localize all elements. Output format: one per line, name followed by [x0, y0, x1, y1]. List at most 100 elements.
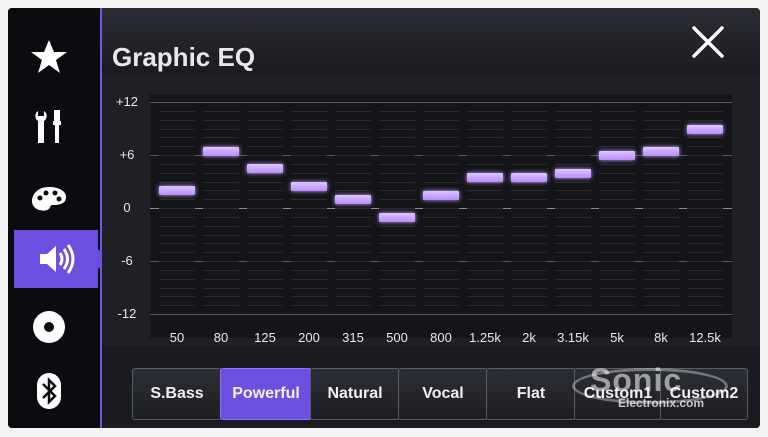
eq-band-handle[interactable]	[423, 190, 459, 200]
slider-tick	[423, 128, 459, 130]
tools-icon	[35, 110, 61, 143]
slider-tick	[291, 119, 327, 121]
slider-tick	[203, 269, 239, 271]
sidebar-item-audio[interactable]	[14, 230, 98, 288]
slider-tick	[379, 278, 415, 280]
slider-tick	[203, 261, 239, 262]
preset-flat-button[interactable]: Flat	[486, 368, 576, 420]
slider-tick	[159, 261, 195, 262]
preset-vocal-button[interactable]: Vocal	[398, 368, 488, 420]
slider-tick	[423, 146, 459, 148]
eq-band-slider[interactable]	[423, 98, 459, 318]
slider-tick	[467, 155, 503, 156]
slider-tick	[203, 163, 239, 165]
slider-tick	[687, 269, 723, 271]
slider-tick	[291, 163, 327, 165]
slider-tick	[247, 278, 283, 280]
sidebar-item-theme[interactable]	[18, 170, 80, 228]
slider-tick	[599, 234, 635, 236]
eq-band-handle[interactable]	[467, 173, 503, 183]
eq-band-label: 3.15k	[557, 330, 589, 345]
preset-natural-button[interactable]: Natural	[310, 368, 400, 420]
eq-band-slider[interactable]	[247, 98, 283, 318]
slider-tick	[467, 119, 503, 121]
eq-band-handle[interactable]	[335, 195, 371, 205]
sidebar-item-disc[interactable]	[18, 298, 80, 356]
slider-tick	[247, 181, 283, 183]
slider-tick	[423, 225, 459, 227]
slider-tick	[203, 296, 239, 298]
slider-tick	[423, 278, 459, 280]
eq-band-handle[interactable]	[687, 124, 723, 134]
slider-tick	[643, 163, 679, 165]
slider-tick	[467, 261, 503, 262]
eq-band-slider[interactable]	[203, 98, 239, 318]
slider-tick	[203, 181, 239, 183]
eq-band-handle[interactable]	[159, 186, 195, 196]
sidebar-item-settings[interactable]	[18, 98, 80, 156]
eq-band-handle[interactable]	[511, 173, 547, 183]
eq-band-handle[interactable]	[291, 181, 327, 191]
slider-tick	[599, 278, 635, 280]
eq-band-slider[interactable]	[511, 98, 547, 318]
slider-tick	[291, 225, 327, 227]
slider-tick	[599, 252, 635, 254]
slider-tick	[291, 208, 327, 209]
slider-tick	[423, 261, 459, 262]
slider-tick	[467, 243, 503, 245]
slider-tick	[599, 243, 635, 245]
slider-tick	[379, 199, 415, 201]
slider-tick	[247, 216, 283, 218]
slider-tick	[291, 199, 327, 201]
slider-tick	[511, 190, 547, 192]
slider-tick	[379, 119, 415, 121]
slider-tick	[467, 278, 503, 280]
slider-tick	[687, 199, 723, 201]
slider-tick	[555, 163, 591, 165]
slider-tick	[291, 296, 327, 298]
eq-band-handle[interactable]	[599, 151, 635, 160]
eq-band-slider[interactable]	[599, 98, 635, 318]
y-axis-label: 0	[123, 200, 131, 215]
slider-tick	[687, 243, 723, 245]
slider-tick	[467, 163, 503, 165]
slider-tick	[687, 146, 723, 148]
eq-band-slider[interactable]	[643, 98, 679, 318]
eq-band-handle[interactable]	[247, 164, 283, 174]
eq-band-slider[interactable]	[335, 98, 371, 318]
eq-band-handle[interactable]	[555, 168, 591, 178]
slider-tick	[291, 278, 327, 280]
sidebar-item-favorites[interactable]	[18, 28, 80, 86]
slider-tick	[335, 225, 371, 227]
slider-tick	[511, 163, 547, 165]
slider-tick	[247, 137, 283, 139]
eq-band-slider[interactable]	[159, 98, 195, 318]
eq-band-slider[interactable]	[555, 98, 591, 318]
slider-tick	[203, 128, 239, 130]
slider-tick	[511, 243, 547, 245]
slider-tick	[203, 225, 239, 227]
slider-tick	[511, 287, 547, 289]
page-title: Graphic EQ	[112, 42, 256, 72]
eq-band-handle[interactable]	[203, 146, 239, 156]
eq-band-handle[interactable]	[643, 146, 679, 156]
slider-tick	[159, 296, 195, 298]
preset-powerful-button[interactable]: Powerful	[220, 368, 312, 420]
slider-tick	[247, 119, 283, 121]
slider-tick	[555, 243, 591, 245]
slider-tick	[599, 110, 635, 112]
eq-band-slider[interactable]	[379, 98, 415, 318]
slider-tick	[511, 119, 547, 121]
eq-band-handle[interactable]	[379, 212, 415, 222]
eq-band-slider[interactable]	[467, 98, 503, 318]
speaker-icon	[40, 244, 75, 274]
slider-tick	[335, 110, 371, 112]
slider-tick	[335, 261, 371, 262]
sidebar-item-bluetooth[interactable]	[18, 362, 80, 420]
slider-tick	[467, 296, 503, 298]
slider-tick	[335, 128, 371, 130]
close-icon[interactable]	[690, 24, 726, 60]
eq-band-slider[interactable]	[291, 98, 327, 318]
slider-tick	[511, 137, 547, 139]
preset-s-bass-button[interactable]: S.Bass	[132, 368, 222, 420]
